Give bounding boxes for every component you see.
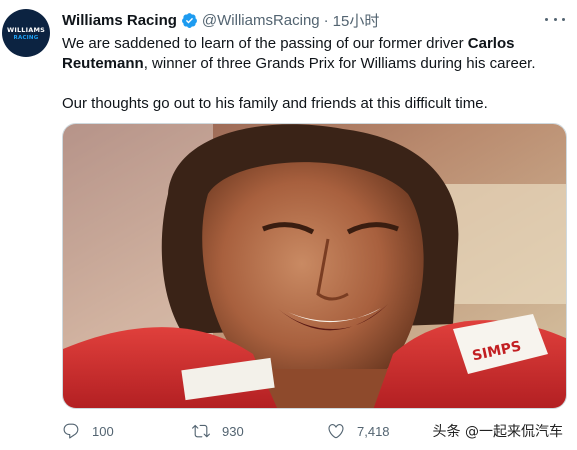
tweet-timestamp[interactable]: 15小时 — [333, 10, 380, 31]
retweet-button[interactable]: 930 — [192, 420, 244, 442]
driver-portrait-image: SIMPS — [63, 124, 566, 408]
reply-button[interactable]: 100 — [62, 420, 114, 442]
watermark-text: 头条 @一起来侃汽车 — [432, 424, 563, 440]
tweet-card[interactable]: WILLIAMS RACING Williams Racing @William… — [0, 0, 577, 450]
tweet-paragraph-2: Our thoughts go out to his family and fr… — [62, 95, 488, 112]
reply-count: 100 — [92, 423, 114, 439]
retweet-icon — [192, 424, 210, 438]
tweet-header: Williams Racing @WilliamsRacing · 15小时 — [62, 10, 379, 30]
author-name[interactable]: Williams Racing — [62, 12, 177, 29]
tweet-text-prefix: We are saddened to learn of the passing … — [62, 35, 468, 52]
reply-icon — [63, 423, 79, 439]
verified-badge-icon — [181, 12, 197, 28]
header-separator: · — [323, 11, 329, 29]
tweet-photo[interactable]: SIMPS — [62, 123, 567, 409]
avatar[interactable]: WILLIAMS RACING — [2, 9, 50, 57]
tweet-text-suffix: , winner of three Grands Prix for Willia… — [143, 55, 536, 72]
author-handle[interactable]: @WilliamsRacing — [202, 12, 320, 29]
retweet-count: 930 — [222, 423, 244, 439]
tweet-text: We are saddened to learn of the passing … — [62, 34, 567, 114]
tweet-paragraph-1: We are saddened to learn of the passing … — [62, 34, 567, 74]
like-count: 7,418 — [357, 423, 390, 439]
avatar-logo-line1: WILLIAMS — [6, 26, 46, 34]
like-button[interactable]: 7,418 — [327, 420, 390, 442]
heart-icon — [328, 424, 344, 439]
avatar-logo-line2: RACING — [13, 35, 39, 41]
more-options-icon[interactable] — [545, 11, 565, 27]
